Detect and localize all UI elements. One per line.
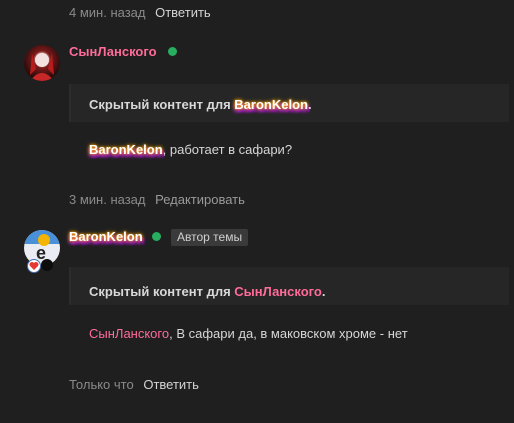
reply-link[interactable]: Ответить — [143, 377, 199, 392]
timestamp: Только что — [69, 377, 134, 392]
mention-link[interactable]: BaronKelon — [89, 142, 163, 157]
timestamp: 4 мин. назад — [69, 5, 146, 20]
avatar-image — [30, 53, 54, 81]
author-name[interactable]: BaronKelon — [69, 229, 143, 244]
mention-link[interactable]: СынЛанского — [89, 326, 169, 341]
hidden-content-label: Скрытый контент для BaronKelon. — [89, 97, 312, 112]
dark-badge-icon — [41, 259, 53, 271]
online-indicator — [152, 232, 161, 241]
timestamp: 3 мин. назад — [69, 192, 146, 207]
author-name[interactable]: СынЛанского — [69, 44, 157, 59]
avatar[interactable] — [24, 45, 60, 81]
hidden-content-user[interactable]: СынЛанского — [234, 284, 322, 299]
comment-meta: Только что Ответить — [69, 377, 199, 392]
edit-link[interactable]: Редактировать — [155, 192, 245, 207]
post-text: СынЛанского, В сафари да, в маковском хр… — [89, 326, 408, 341]
hidden-content-user[interactable]: BaronKelon — [234, 97, 308, 112]
heart-badge-icon — [27, 259, 41, 273]
comment-meta-top: 4 мин. назад Ответить — [69, 5, 211, 20]
online-indicator — [168, 47, 177, 56]
post-text: BaronKelon, работает в сафари? — [89, 142, 293, 157]
comment-meta: 3 мин. назад Редактировать — [69, 192, 245, 207]
topic-author-badge: Автор темы — [171, 229, 249, 246]
hidden-content-label: Скрытый контент для СынЛанского. — [89, 284, 326, 299]
reply-link[interactable]: Ответить — [155, 5, 211, 20]
